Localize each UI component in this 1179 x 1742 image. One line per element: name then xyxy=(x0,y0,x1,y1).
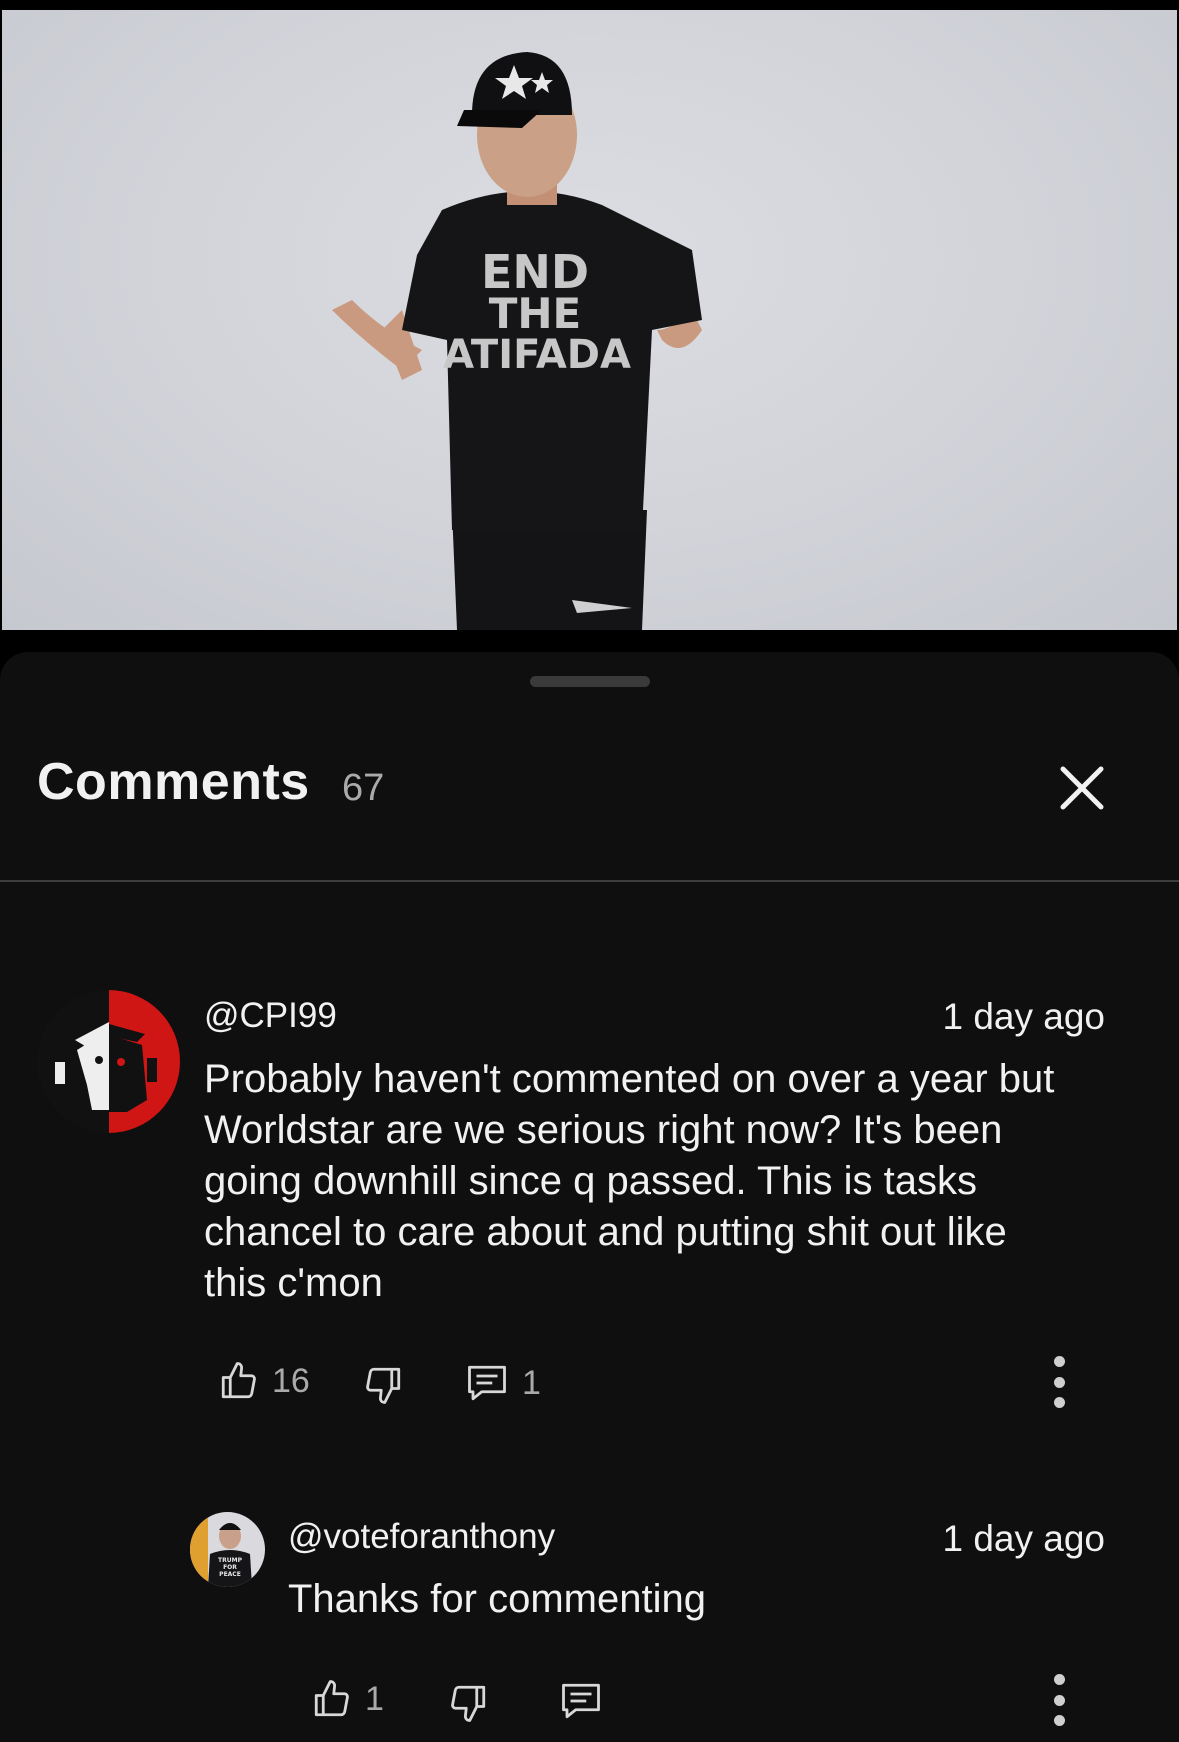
reply-text: Thanks for commenting xyxy=(288,1577,706,1621)
drag-handle[interactable] xyxy=(530,676,650,687)
close-button[interactable] xyxy=(1054,760,1110,816)
avatar-shirt-text: FOR xyxy=(223,1564,237,1571)
reply-timestamp: 1 day ago xyxy=(942,1518,1105,1559)
header-divider xyxy=(0,880,1179,882)
reply-button[interactable] xyxy=(558,1680,604,1722)
reply-icon xyxy=(562,1683,600,1719)
more-dot-icon xyxy=(1053,1694,1065,1706)
like-button[interactable]: 16 xyxy=(218,1360,310,1402)
like-button[interactable]: 1 xyxy=(311,1678,384,1720)
comment-text-line: Probably haven't commented on over a yea… xyxy=(204,1057,1055,1101)
shirt-text-line-2: THE xyxy=(489,289,582,338)
user-avatar-icon: TRUMP FOR PEACE xyxy=(190,1512,265,1587)
comment-text-line: going downhill since q passed. This is t… xyxy=(204,1159,978,1203)
more-options-button[interactable] xyxy=(1049,1356,1069,1408)
comment-author[interactable]: @CPI99 xyxy=(204,996,337,1036)
like-count: 16 xyxy=(272,1361,310,1400)
shirt-text-line-3: ATIFADA xyxy=(443,332,631,378)
reply-button[interactable]: 1 xyxy=(464,1362,541,1404)
thumbs-down-icon xyxy=(366,1367,401,1404)
like-count: 1 xyxy=(365,1679,384,1718)
comment-text-line: chancel to care about and putting shit o… xyxy=(204,1210,1007,1254)
comments-title: Comments xyxy=(37,753,310,811)
avatar-shirt-text: PEACE xyxy=(219,1571,241,1578)
thumbs-up-icon xyxy=(314,1680,349,1717)
status-bar-strip xyxy=(0,0,1179,10)
dislike-button[interactable] xyxy=(447,1682,489,1724)
dislike-button[interactable] xyxy=(362,1364,404,1406)
reply-author[interactable]: @voteforanthony xyxy=(288,1517,555,1557)
comment-text-line: Worldstar are we serious right now? It's… xyxy=(204,1108,1003,1152)
reply-count: 1 xyxy=(522,1363,541,1402)
comment-text: Probably haven't commented on over a yea… xyxy=(204,1054,1104,1309)
avatar-shirt-text: TRUMP xyxy=(218,1557,243,1564)
comment-text-line: this c'mon xyxy=(204,1261,383,1305)
more-dot-icon xyxy=(1053,1674,1065,1685)
video-player[interactable]: END THE ATIFADA xyxy=(2,10,1177,630)
avatar[interactable]: TRUMP FOR PEACE xyxy=(190,1512,265,1587)
avatar[interactable] xyxy=(37,990,180,1133)
more-dot-icon xyxy=(1053,1356,1065,1367)
thumbs-down-icon xyxy=(451,1685,486,1722)
more-dot-icon xyxy=(1053,1715,1065,1726)
thumbs-up-icon xyxy=(221,1362,256,1399)
comment-timestamp: 1 day ago xyxy=(942,996,1105,1037)
spy-vs-spy-avatar-icon xyxy=(37,990,180,1133)
more-dot-icon xyxy=(1053,1397,1065,1408)
more-options-button[interactable] xyxy=(1049,1674,1069,1726)
comments-count: 67 xyxy=(342,767,385,809)
close-icon xyxy=(1060,766,1104,810)
comments-sheet: Comments 67 @CPI99 1 day ago Probably ha… xyxy=(0,652,1179,1742)
more-dot-icon xyxy=(1053,1376,1065,1388)
reply-icon xyxy=(468,1365,506,1401)
video-frame: END THE ATIFADA xyxy=(332,52,702,630)
